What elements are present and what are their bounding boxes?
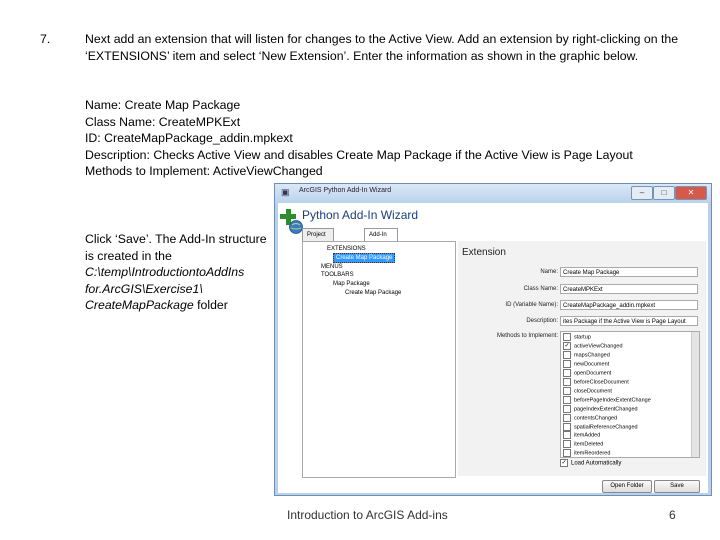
wizard-window: ▣ ArcGIS Python Add-In Wizard – □ ✕ Pyth… bbox=[274, 183, 712, 496]
field-class-name: Class Name: CreateMPKExt bbox=[85, 114, 241, 129]
load-checkbox[interactable]: ✓ bbox=[560, 459, 568, 467]
method-label: beforePageIndexExtentChange bbox=[574, 397, 651, 404]
method-checkbox[interactable] bbox=[563, 377, 571, 386]
field-methods: Methods to Implement: ActiveViewChanged bbox=[85, 164, 323, 178]
method-item[interactable]: mapsChanged bbox=[563, 350, 651, 360]
app-icon: ▣ bbox=[281, 187, 290, 197]
tree-item-map-package[interactable]: Map Package bbox=[333, 280, 370, 288]
method-label: spatialReferenceChanged bbox=[574, 423, 638, 430]
name-label: Name: bbox=[540, 269, 558, 275]
method-item[interactable]: pageIndexExtentChanged bbox=[563, 404, 651, 414]
tree-item-toolbars[interactable]: TOOLBARS bbox=[321, 271, 354, 279]
tree-item-create-map-package-ext[interactable]: Create Map Package bbox=[333, 253, 396, 263]
method-item[interactable]: itemDeleted bbox=[563, 440, 651, 449]
open-folder-button[interactable]: Open Folder bbox=[602, 480, 652, 493]
load-label: Load Automatically bbox=[571, 460, 622, 467]
method-label: closeDocument bbox=[574, 388, 612, 395]
wizard-header: Python Add-In Wizard bbox=[302, 208, 419, 222]
method-label: mapsChanged bbox=[574, 352, 610, 359]
field-id: ID: CreateMapPackage_addin.mpkext bbox=[85, 131, 293, 145]
method-label: itemAdded bbox=[574, 432, 601, 439]
method-item[interactable]: contentsChanged bbox=[563, 413, 651, 423]
methods-items: startup ✓ activeViewChanged mapsChanged newD… bbox=[563, 333, 651, 457]
method-checkbox[interactable] bbox=[563, 449, 571, 457]
save-button[interactable]: Save bbox=[654, 480, 700, 493]
description-input[interactable]: ites Package if the Active View is Page … bbox=[560, 316, 698, 326]
addin-icon bbox=[280, 206, 304, 234]
method-item[interactable]: itemReordered bbox=[563, 449, 651, 457]
field-description: Description: Checks Active View and disa… bbox=[85, 147, 633, 162]
method-item[interactable]: closeDocument bbox=[563, 386, 651, 396]
extension-fields: Name: Create Map Package Class Name: Cre… bbox=[85, 97, 685, 180]
method-item[interactable]: startup bbox=[563, 333, 651, 342]
id-label: ID (Variable Name): bbox=[505, 302, 558, 308]
name-input[interactable]: Create Map Package bbox=[560, 267, 698, 277]
method-item[interactable]: beforeCloseDocument bbox=[563, 377, 651, 387]
window-client: Python Add-In Wizard Project Settings Ad… bbox=[278, 203, 708, 493]
method-label: itemReordered bbox=[574, 450, 611, 457]
method-item[interactable]: spatialReferenceChanged bbox=[563, 422, 651, 432]
maximize-button[interactable]: □ bbox=[653, 186, 675, 200]
method-item[interactable]: beforePageIndexExtentChange bbox=[563, 395, 651, 405]
method-checkbox[interactable] bbox=[563, 413, 571, 422]
tree-item-extensions[interactable]: EXTENSIONS bbox=[327, 245, 366, 253]
page-number: 6 bbox=[669, 508, 676, 522]
method-checkbox[interactable] bbox=[563, 404, 571, 413]
method-label: activeViewChanged bbox=[574, 343, 623, 350]
method-label: contentsChanged bbox=[574, 415, 618, 422]
method-item[interactable]: newDocument bbox=[563, 359, 651, 369]
window-title: ArcGIS Python Add-In Wizard bbox=[299, 187, 392, 194]
method-checkbox[interactable]: ✓ bbox=[563, 341, 571, 350]
contents-tree: EXTENSIONS Create Map Package MENUS TOOL… bbox=[302, 241, 456, 478]
description-label: Description: bbox=[526, 318, 558, 324]
extension-panel: Extension Name: Create Map Package Class… bbox=[458, 241, 706, 476]
method-item[interactable]: itemAdded bbox=[563, 431, 651, 440]
tree-item-menus[interactable]: MENUS bbox=[321, 263, 343, 271]
footer-title: Introduction to ArcGIS Add-ins bbox=[287, 508, 448, 522]
class-name-input[interactable]: CreateMPKExt bbox=[560, 284, 698, 294]
tree-item-create-map-package-btn[interactable]: Create Map Package bbox=[345, 289, 401, 297]
step-instructions: Next add an extension that will listen f… bbox=[85, 32, 679, 63]
step-number: 7. bbox=[40, 32, 51, 46]
id-input[interactable]: CreateMapPackage_addin.mpkext bbox=[560, 300, 698, 310]
method-checkbox[interactable] bbox=[563, 440, 571, 449]
save-note-suffix: folder bbox=[193, 298, 228, 312]
save-note: Click ‘Save’. The Add-In structure is cr… bbox=[85, 231, 275, 314]
save-note-text: Click ‘Save’. The Add-In structure is cr… bbox=[85, 232, 267, 263]
method-label: newDocument bbox=[574, 361, 610, 368]
panel-title: Extension bbox=[462, 247, 506, 258]
load-automatically[interactable]: ✓ Load Automatically bbox=[560, 459, 621, 467]
method-checkbox[interactable] bbox=[563, 333, 571, 341]
method-label: openDocument bbox=[574, 370, 612, 377]
method-checkbox[interactable] bbox=[563, 359, 571, 368]
methods-list: startup ✓ activeViewChanged mapsChanged newD… bbox=[560, 331, 700, 458]
method-checkbox[interactable] bbox=[563, 395, 571, 404]
method-label: itemDeleted bbox=[574, 441, 604, 448]
method-checkbox[interactable] bbox=[563, 368, 571, 377]
minimize-button[interactable]: – bbox=[631, 186, 653, 200]
method-label: beforeCloseDocument bbox=[574, 379, 629, 386]
field-name: Name: Create Map Package bbox=[85, 98, 241, 112]
methods-scrollbar[interactable] bbox=[691, 332, 699, 457]
window-titlebar: ▣ ArcGIS Python Add-In Wizard – □ ✕ bbox=[275, 184, 711, 202]
close-button[interactable]: ✕ bbox=[675, 186, 707, 200]
method-checkbox[interactable] bbox=[563, 386, 571, 395]
methods-label: Methods to Implement: bbox=[496, 333, 558, 339]
method-checkbox[interactable] bbox=[563, 431, 571, 440]
method-item[interactable]: ✓ activeViewChanged bbox=[563, 341, 651, 351]
method-label: startup bbox=[574, 334, 591, 341]
method-item[interactable]: openDocument bbox=[563, 368, 651, 378]
class-name-label: Class Name: bbox=[523, 286, 558, 292]
method-label: pageIndexExtentChanged bbox=[574, 406, 638, 413]
method-checkbox[interactable] bbox=[563, 422, 571, 431]
method-checkbox[interactable] bbox=[563, 350, 571, 359]
